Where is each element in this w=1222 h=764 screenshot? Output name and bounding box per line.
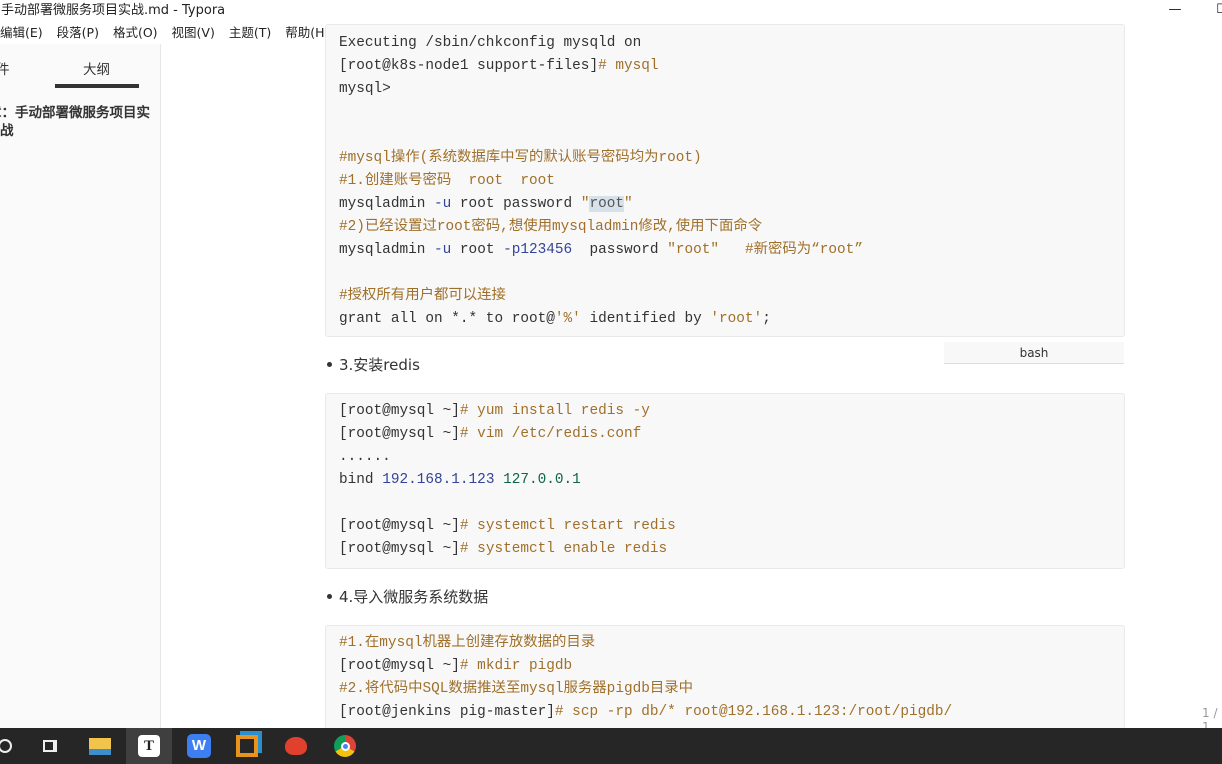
code-line: [root@mysql ~]# yum install redis -y: [339, 401, 650, 421]
code-line: bind 192.168.1.123 127.0.0.1: [339, 470, 581, 490]
code-line: [root@mysql ~]# vim /etc/redis.conf: [339, 424, 641, 444]
code-token: -u: [434, 196, 452, 212]
task-view-icon[interactable]: [27, 728, 73, 764]
sidebar: 件 大纲 章：手动部署微服务项目实战 ‹ </>: [0, 44, 222, 728]
code-token: '%': [554, 311, 581, 327]
code-token: 192.168.1.123: [382, 472, 495, 488]
code-line: mysqladmin -u root -p123456 password "ro…: [339, 240, 863, 260]
code-token: ......: [339, 449, 391, 465]
menu-help[interactable]: 帮助(H): [285, 22, 329, 44]
code-token: # mkdir pigdb: [459, 658, 573, 674]
maximize-button[interactable]: ☐: [1202, 0, 1222, 22]
minimize-button[interactable]: —: [1155, 0, 1195, 22]
code-block[interactable]: [root@mysql ~]# yum install redis -y [roo…: [325, 393, 1125, 569]
code-token: mysqladmin: [339, 242, 434, 258]
code-token: ": [624, 196, 633, 212]
code-token: mysql>: [339, 81, 391, 97]
menu-format[interactable]: 格式(O): [113, 22, 158, 44]
code-token: [root@jenkins pig-master]: [339, 704, 555, 720]
code-token: # yum install redis -y: [459, 403, 650, 419]
code-token: ;: [762, 311, 771, 327]
code-token: root: [451, 242, 504, 258]
code-token: [root@k8s-node1 support-files]: [339, 58, 599, 74]
code-token: #2.将代码中SQL数据推送至mysql服务器pigdb目录中: [339, 681, 694, 697]
code-block[interactable]: Executing /sbin/chkconfig mysqld on [root…: [325, 24, 1125, 337]
code-token: bind: [339, 472, 383, 488]
code-token: root password: [451, 196, 581, 212]
title-bar: 手动部署微服务项目实战.md - Typora — ☐: [0, 0, 1222, 22]
file-explorer-icon[interactable]: [77, 728, 123, 764]
code-token: #2)已经设置过root密码,想使用mysqladmin修改,使用下面命令: [339, 219, 763, 235]
code-line: [root@mysql ~]# mkdir pigdb: [339, 656, 572, 676]
code-token: "root": [667, 242, 720, 258]
vmware-icon[interactable]: [224, 728, 270, 764]
code-line: #1.创建账号密码 root root: [339, 171, 555, 191]
code-line: #授权所有用户都可以连接: [339, 286, 506, 306]
code-line: Executing /sbin/chkconfig mysqld on: [339, 33, 641, 53]
code-block[interactable]: #1.在mysql机器上创建存放数据的目录 [root@mysql ~]# mkd…: [325, 625, 1125, 745]
code-line: mysqladmin -u root password "root": [339, 194, 633, 214]
code-token: [root@mysql ~]: [339, 403, 460, 419]
code-token: #mysql操作(系统数据库中写的默认账号密码均为root): [339, 150, 702, 166]
app-icon[interactable]: [273, 728, 319, 764]
code-token: 127.0.0.1: [503, 472, 581, 488]
code-line: [root@mysql ~]# systemctl restart redis: [339, 516, 676, 536]
code-token: # vim /etc/redis.conf: [459, 426, 642, 442]
code-language-input[interactable]: bash: [944, 342, 1124, 364]
code-token: root: [589, 196, 625, 212]
editor[interactable]: Executing /sbin/chkconfig mysqld on [root…: [162, 24, 1222, 745]
code-line: #1.在mysql机器上创建存放数据的目录: [339, 633, 595, 653]
code-token: password: [572, 242, 668, 258]
menu-paragraph[interactable]: 段落(P): [57, 22, 99, 44]
code-token: #1.创建账号密码 root root: [339, 173, 555, 189]
window-title: 手动部署微服务项目实战.md - Typora: [1, 3, 226, 18]
chrome-icon[interactable]: [322, 728, 368, 764]
taskbar: T W: [0, 728, 1222, 764]
list-item: 3.安装redis: [327, 356, 420, 374]
code-line: #mysql操作(系统数据库中写的默认账号密码均为root): [339, 148, 702, 168]
code-token: [root@mysql ~]: [339, 658, 460, 674]
code-token: # scp -rp db/* root@192.168.1.123:/root/…: [554, 704, 953, 720]
typora-icon[interactable]: T: [126, 728, 172, 764]
code-token: [root@mysql ~]: [339, 518, 460, 534]
code-token: identified by: [580, 311, 711, 327]
code-token: # systemctl restart redis: [459, 518, 676, 534]
sidebar-footer: ‹ </>: [0, 700, 222, 728]
code-line: [root@k8s-node1 support-files]# mysql: [339, 56, 659, 76]
wps-icon[interactable]: W: [176, 728, 222, 764]
code-token: [root@mysql ~]: [339, 541, 460, 557]
code-token: #新密码为“root”: [719, 242, 863, 258]
code-token: #授权所有用户都可以连接: [339, 288, 506, 304]
code-token: 'root': [710, 311, 763, 327]
code-token: -p123456: [503, 242, 573, 258]
code-line: [root@mysql ~]# systemctl enable redis: [339, 539, 667, 559]
menu-edit[interactable]: 编辑(E): [0, 22, 43, 44]
code-token: [root@mysql ~]: [339, 426, 460, 442]
code-token: # systemctl enable redis: [459, 541, 668, 557]
code-line: ......: [339, 447, 391, 467]
code-token: mysqladmin: [339, 196, 434, 212]
code-token: # mysql: [598, 58, 659, 74]
code-line: [root@jenkins pig-master]# scp -rp db/* …: [339, 702, 952, 722]
code-line: #2)已经设置过root密码,想使用mysqladmin修改,使用下面命令: [339, 217, 762, 237]
list-item: 4.导入微服务系统数据: [326, 588, 489, 606]
menu-theme[interactable]: 主题(T): [229, 22, 271, 44]
code-token: Executing /sbin/chkconfig mysqld on: [339, 35, 642, 51]
code-line: grant all on *.* to root@'%' identified …: [339, 309, 771, 329]
code-token: #1.在mysql机器上创建存放数据的目录: [339, 635, 596, 651]
code-token: grant all on *.* to root@: [339, 311, 555, 327]
cortana-icon[interactable]: [0, 728, 28, 764]
menu-view[interactable]: 视图(V): [172, 22, 215, 44]
code-line: #2.将代码中SQL数据推送至mysql服务器pigdb目录中: [339, 679, 693, 699]
active-tab-indicator: [55, 84, 139, 88]
outline-item[interactable]: 章：手动部署微服务项目实战: [0, 104, 150, 140]
tab-files[interactable]: 件: [0, 58, 10, 78]
code-token: -u: [434, 242, 452, 258]
tab-outline[interactable]: 大纲: [83, 58, 110, 78]
code-line: mysql>: [339, 79, 391, 99]
